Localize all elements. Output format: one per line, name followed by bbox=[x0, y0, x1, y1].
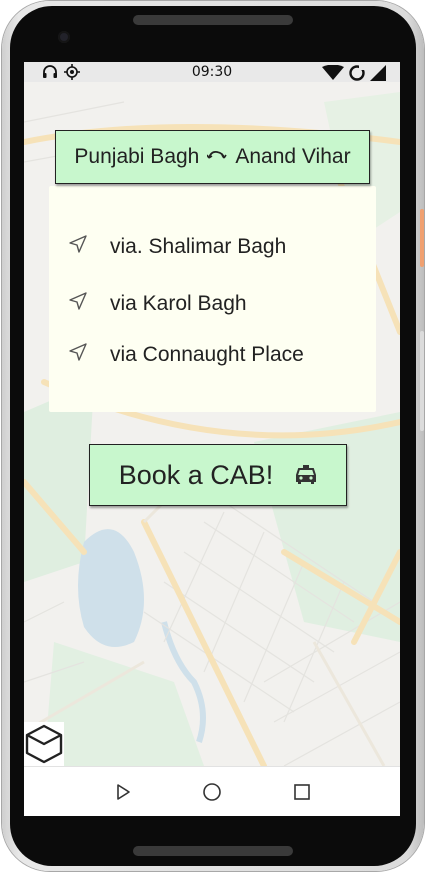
route-option-label: via Connaught Place bbox=[110, 343, 304, 366]
taxi-icon bbox=[295, 460, 317, 491]
navigation-icon bbox=[68, 342, 88, 368]
phone-screen: 09:30 Punjabi Bagh Anand Vihar via. Shal… bbox=[24, 62, 400, 816]
status-bar: 09:30 bbox=[24, 62, 400, 82]
route-from: Punjabi Bagh bbox=[74, 145, 200, 168]
route-option-connaught-place[interactable]: via Connaught Place bbox=[68, 342, 304, 368]
route-option-label: via Karol Bagh bbox=[110, 292, 247, 315]
front-camera bbox=[58, 31, 70, 43]
route-option-label: via. Shalimar Bagh bbox=[110, 235, 287, 258]
back-triangle-icon[interactable] bbox=[112, 781, 134, 803]
book-cab-label: Book a CAB! bbox=[118, 459, 274, 490]
android-navigation-bar bbox=[24, 766, 400, 816]
map-background bbox=[24, 82, 400, 769]
bottom-speaker bbox=[133, 846, 293, 856]
power-button bbox=[420, 331, 424, 431]
recents-square-icon[interactable] bbox=[291, 781, 313, 803]
route-option-karol-bagh[interactable]: via Karol Bagh bbox=[68, 291, 247, 317]
route-to: Anand Vihar bbox=[235, 145, 351, 168]
navigation-icon bbox=[68, 291, 88, 317]
route-option-shalimar-bagh[interactable]: via. Shalimar Bagh bbox=[68, 234, 286, 260]
book-cab-button[interactable]: Book a CAB! bbox=[89, 444, 347, 506]
volume-button bbox=[420, 209, 424, 267]
navigation-icon bbox=[68, 234, 88, 260]
earpiece-speaker bbox=[133, 15, 293, 25]
route-header-button[interactable]: Punjabi Bagh Anand Vihar bbox=[55, 130, 370, 184]
home-circle-icon[interactable] bbox=[201, 781, 223, 803]
swap-icon[interactable] bbox=[206, 145, 228, 169]
cube-icon[interactable] bbox=[24, 722, 64, 766]
